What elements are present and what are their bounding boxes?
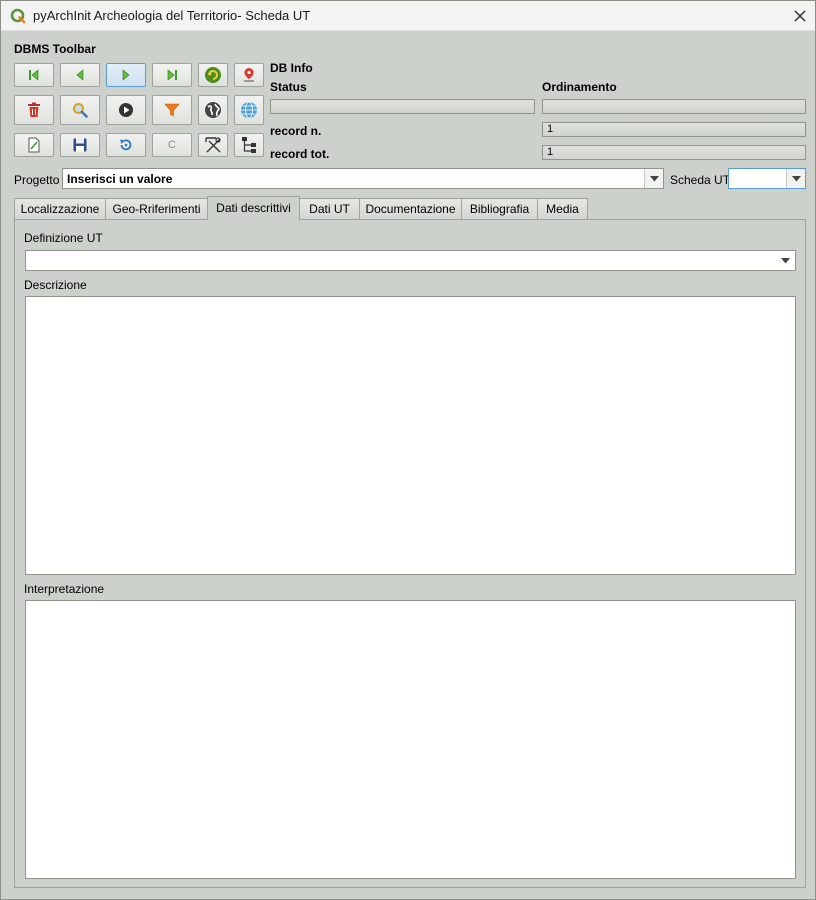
tab-bibliografia[interactable]: Bibliografia [461, 198, 538, 219]
new-record-button[interactable] [14, 133, 54, 157]
map-pin-icon [244, 68, 254, 82]
first-record-icon [29, 69, 39, 81]
world-icon [205, 102, 221, 118]
c-icon: C [168, 139, 176, 151]
status-label: Status [270, 80, 307, 94]
chevron-down-icon [781, 257, 790, 263]
descrizione-label: Descrizione [24, 278, 87, 292]
progetto-dropdown-arrow[interactable] [644, 169, 663, 188]
tab-panel-dati-descrittivi: Definizione UT Descrizione Interpretazio… [14, 219, 806, 888]
refresh-sync-icon [205, 67, 221, 83]
tab-dati-ut[interactable]: Dati UT [299, 198, 360, 219]
scheda-ut-combobox[interactable] [728, 168, 806, 189]
reload-icon [120, 139, 132, 151]
last-record-button[interactable] [152, 63, 192, 87]
dialog-content: DBMS Toolbar C DB Info Status Ordinament… [1, 31, 815, 899]
record-n-label: record n. [270, 124, 322, 138]
delete-button[interactable] [14, 95, 54, 125]
db-info-title: DB Info [270, 61, 313, 75]
definizione-ut-label: Definizione UT [24, 231, 103, 245]
progetto-label: Progetto [14, 173, 60, 187]
record-tot-field: 1 [542, 145, 806, 160]
title-bar: pyArchInit Archeologia del Territorio- S… [1, 1, 815, 31]
record-n-field: 1 [542, 122, 806, 137]
next-record-icon [122, 69, 130, 81]
tab-dati-descrittivi[interactable]: Dati descrittivi [207, 196, 300, 220]
scheda-ut-label: Scheda UT [670, 173, 731, 187]
run-icon [119, 103, 133, 117]
scheda-ut-dropdown-arrow[interactable] [786, 169, 805, 188]
reload-button[interactable] [106, 133, 146, 157]
run-button[interactable] [106, 95, 146, 125]
tree-button[interactable] [234, 133, 264, 157]
tools-button[interactable] [198, 133, 228, 157]
definizione-ut-dropdown-arrow[interactable] [776, 251, 795, 270]
close-button[interactable] [785, 1, 815, 31]
save-button[interactable] [60, 133, 100, 157]
map-pin-button[interactable] [234, 63, 264, 87]
globe-icon [241, 101, 257, 119]
new-record-icon [28, 137, 40, 153]
previous-record-icon [76, 69, 84, 81]
filter-icon [164, 103, 180, 117]
close-icon [794, 10, 806, 22]
world-button[interactable] [198, 95, 228, 125]
definizione-ut-combobox[interactable] [25, 250, 796, 271]
globe-button[interactable] [234, 95, 264, 125]
chevron-down-icon [791, 175, 801, 181]
next-record-button[interactable] [106, 63, 146, 87]
previous-record-button[interactable] [60, 63, 100, 87]
search-button[interactable] [60, 95, 100, 125]
descrizione-textarea[interactable] [25, 296, 796, 575]
first-record-button[interactable] [14, 63, 54, 87]
ordinamento-field [542, 99, 806, 114]
tab-geo-riferimenti[interactable]: Geo-Rriferimenti [105, 198, 208, 219]
search-icon [73, 103, 88, 118]
chevron-down-icon [649, 175, 659, 181]
tab-localizzazione[interactable]: Localizzazione [14, 198, 106, 219]
qgis-logo-icon [10, 8, 26, 24]
interpretazione-textarea[interactable] [25, 600, 796, 879]
tab-documentazione[interactable]: Documentazione [359, 198, 462, 219]
tab-media[interactable]: Media [537, 198, 588, 219]
progetto-value: Inserisci un valore [67, 172, 173, 186]
filter-button[interactable] [152, 95, 192, 125]
ordinamento-label: Ordinamento [542, 80, 617, 94]
tree-icon [242, 137, 256, 153]
delete-icon [28, 102, 40, 117]
tools-icon [205, 137, 221, 153]
app-window: pyArchInit Archeologia del Territorio- S… [0, 0, 816, 900]
c-button[interactable]: C [152, 133, 192, 157]
interpretazione-label: Interpretazione [24, 582, 105, 596]
progetto-combobox[interactable]: Inserisci un valore [62, 168, 664, 189]
record-tot-label: record tot. [270, 147, 330, 161]
refresh-sync-button[interactable] [198, 63, 228, 87]
save-icon [73, 138, 87, 152]
toolbar-title: DBMS Toolbar [14, 42, 96, 56]
last-record-icon [167, 69, 177, 81]
status-field [270, 99, 535, 114]
window-title: pyArchInit Archeologia del Territorio- S… [33, 8, 311, 23]
